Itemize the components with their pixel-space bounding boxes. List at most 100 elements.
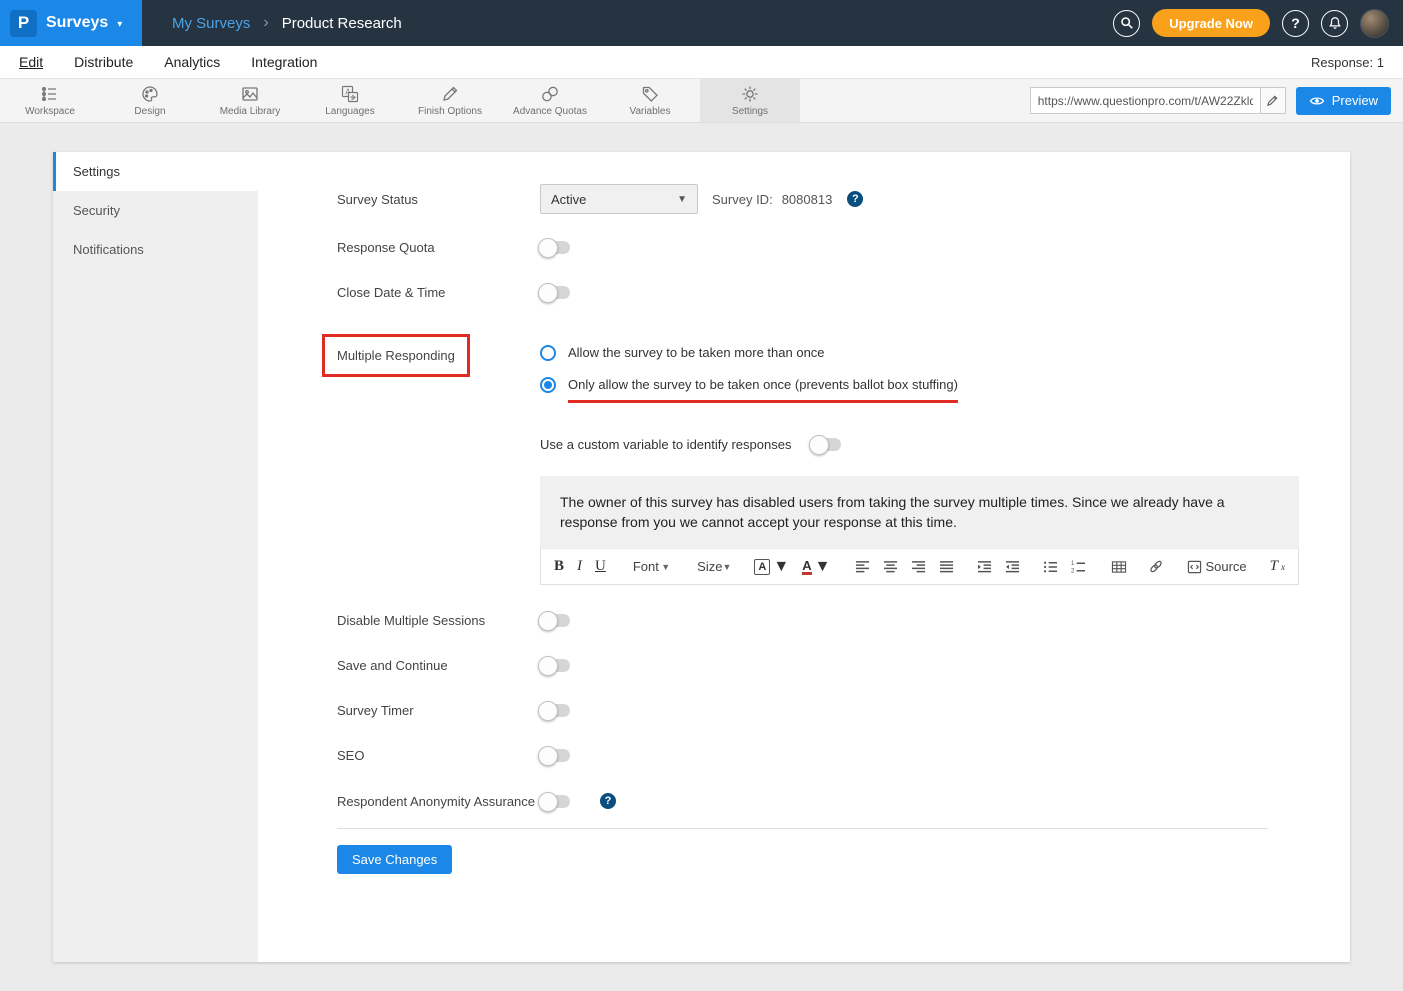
respondent-anonymity-toggle[interactable] xyxy=(540,795,570,808)
font-dropdown[interactable]: Font▼ xyxy=(633,559,670,574)
toolbar-item-workspace[interactable]: Workspace xyxy=(0,79,100,122)
numbered-list-button[interactable]: 12 xyxy=(1071,560,1086,574)
eye-icon xyxy=(1309,95,1325,107)
bold-button[interactable]: B xyxy=(554,558,564,575)
save-changes-button[interactable]: Save Changes xyxy=(337,845,452,874)
survey-url-input[interactable] xyxy=(1030,87,1260,114)
section-nav: Edit Distribute Analytics Integration Re… xyxy=(0,46,1403,78)
rich-text-editor-toolbar: B I U Font▼ Size▼ A▼ A▼ xyxy=(540,548,1299,585)
disable-multiple-sessions-toggle[interactable] xyxy=(540,614,570,627)
italic-button[interactable]: I xyxy=(577,558,582,575)
upgrade-now-button[interactable]: Upgrade Now xyxy=(1152,9,1270,37)
tab-edit[interactable]: Edit xyxy=(19,54,43,70)
preview-button[interactable]: Preview xyxy=(1296,87,1391,115)
chevron-down-icon: ▼ xyxy=(722,562,731,572)
pen-icon xyxy=(440,84,460,104)
align-left-button[interactable] xyxy=(855,560,870,574)
insert-link-button[interactable] xyxy=(1148,559,1164,574)
gear-icon xyxy=(740,84,760,104)
palette-icon xyxy=(140,84,160,104)
chevron-down-icon: ▼ xyxy=(677,194,687,205)
toolbar-item-settings[interactable]: Settings xyxy=(700,79,800,122)
sidebar-item-notifications[interactable]: Notifications xyxy=(53,230,258,269)
radio-button[interactable] xyxy=(540,377,556,393)
toolbar-item-advance-quotas[interactable]: Advance Quotas xyxy=(500,79,600,122)
save-and-continue-toggle[interactable] xyxy=(540,659,570,672)
sidebar-item-settings[interactable]: Settings xyxy=(53,152,258,191)
product-name: Surveys xyxy=(46,14,108,32)
annotation-red-underline: Only allow the survey to be taken once (… xyxy=(568,377,958,403)
toolbar-item-languages[interactable]: A Languages xyxy=(300,79,400,122)
workspace-icon xyxy=(40,84,60,104)
decrease-indent-button[interactable] xyxy=(1005,560,1020,574)
toolbar-item-variables[interactable]: Variables xyxy=(600,79,700,122)
svg-text:1: 1 xyxy=(1071,561,1075,567)
remove-format-button[interactable]: Tx xyxy=(1270,558,1285,575)
response-quota-row: Response Quota xyxy=(337,240,1350,255)
edit-url-button[interactable] xyxy=(1260,87,1286,114)
source-button[interactable]: Source xyxy=(1187,559,1246,574)
edit-toolbar: Workspace Design Media Library A Languag… xyxy=(0,78,1403,123)
background-color-button[interactable]: A▼ xyxy=(754,558,789,576)
question-mark-icon: ? xyxy=(1291,15,1300,31)
radio-option-once-only[interactable]: Only allow the survey to be taken once (… xyxy=(540,377,958,403)
custom-variable-toggle[interactable] xyxy=(811,438,841,451)
breadcrumb-separator: › xyxy=(263,14,268,32)
notifications-button[interactable] xyxy=(1321,10,1348,37)
image-icon xyxy=(240,84,260,104)
align-justify-button[interactable] xyxy=(939,560,954,574)
toolbar-item-finish-options[interactable]: Finish Options xyxy=(400,79,500,122)
respondent-anonymity-row: Respondent Anonymity Assurance ? xyxy=(337,793,1350,809)
help-button[interactable]: ? xyxy=(1282,10,1309,37)
toolbar-item-design[interactable]: Design xyxy=(100,79,200,122)
align-right-button[interactable] xyxy=(911,560,926,574)
size-dropdown[interactable]: Size▼ xyxy=(697,559,731,574)
breadcrumb: My Surveys › Product Research xyxy=(172,14,402,32)
chevron-down-icon: ▾ xyxy=(117,19,122,30)
tab-distribute[interactable]: Distribute xyxy=(74,54,133,70)
breadcrumb-my-surveys[interactable]: My Surveys xyxy=(172,15,250,32)
increase-indent-button[interactable] xyxy=(977,560,992,574)
top-header: P Surveys ▾ My Surveys › Product Researc… xyxy=(0,0,1403,46)
disabled-message-box[interactable]: The owner of this survey has disabled us… xyxy=(540,476,1299,548)
close-date-toggle[interactable] xyxy=(540,286,570,299)
user-avatar[interactable] xyxy=(1360,9,1389,38)
radio-option-multiple-times[interactable]: Allow the survey to be taken more than o… xyxy=(540,345,958,361)
chevron-down-icon: ▼ xyxy=(773,558,789,576)
survey-url-control xyxy=(1030,87,1286,114)
custom-variable-row: Use a custom variable to identify respon… xyxy=(540,437,1350,452)
disable-multiple-sessions-row: Disable Multiple Sessions xyxy=(337,613,1350,628)
insert-table-button[interactable] xyxy=(1111,560,1127,574)
search-button[interactable] xyxy=(1113,10,1140,37)
custom-variable-label: Use a custom variable to identify respon… xyxy=(540,437,791,452)
annotation-red-box: Multiple Responding xyxy=(322,334,470,377)
breadcrumb-current-survey: Product Research xyxy=(282,15,402,32)
tab-integration[interactable]: Integration xyxy=(251,54,317,70)
survey-timer-toggle[interactable] xyxy=(540,704,570,717)
response-quota-toggle[interactable] xyxy=(540,241,570,254)
align-center-button[interactable] xyxy=(883,560,898,574)
toolbar-item-media-library[interactable]: Media Library xyxy=(200,79,300,122)
chevron-down-icon: ▼ xyxy=(661,562,670,572)
survey-timer-row: Survey Timer xyxy=(337,703,1350,718)
close-date-row: Close Date & Time xyxy=(337,285,1350,300)
align-center-icon xyxy=(883,560,898,574)
radio-button[interactable] xyxy=(540,345,556,361)
seo-toggle[interactable] xyxy=(540,749,570,762)
search-icon xyxy=(1120,16,1134,30)
underline-button[interactable]: U xyxy=(595,558,606,575)
response-count[interactable]: Response: 1 xyxy=(1311,55,1384,70)
survey-id-help-icon[interactable]: ? xyxy=(847,191,863,207)
table-icon xyxy=(1111,560,1127,574)
tab-analytics[interactable]: Analytics xyxy=(164,54,220,70)
survey-status-select[interactable]: Active ▼ xyxy=(540,184,698,214)
disabled-message-text: The owner of this survey has disabled us… xyxy=(560,494,1225,530)
anonymity-help-icon[interactable]: ? xyxy=(600,793,616,809)
outdent-icon xyxy=(1005,560,1020,574)
pencil-icon xyxy=(1266,94,1279,107)
align-justify-icon xyxy=(939,560,954,574)
text-color-button[interactable]: A▼ xyxy=(802,558,830,576)
sidebar-item-security[interactable]: Security xyxy=(53,191,258,230)
bullet-list-button[interactable] xyxy=(1043,560,1058,574)
product-switcher[interactable]: P Surveys ▾ xyxy=(0,0,142,46)
